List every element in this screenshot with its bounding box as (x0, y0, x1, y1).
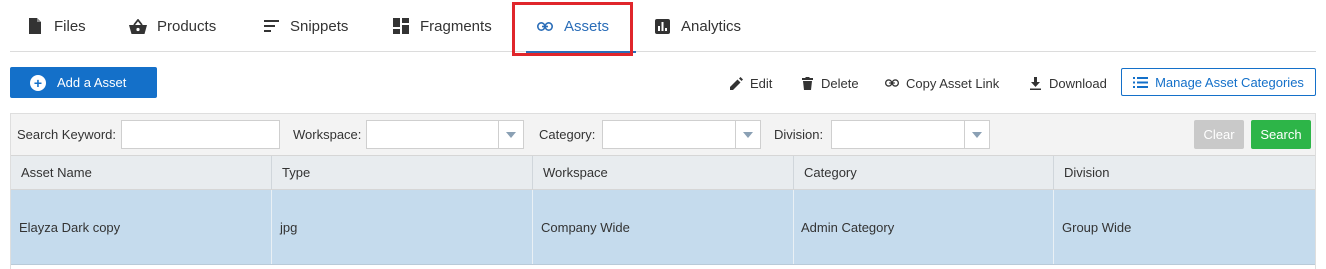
delete-button[interactable]: Delete (800, 70, 859, 96)
cell-division: Group Wide (1062, 219, 1132, 235)
cell-type: jpg (272, 190, 533, 264)
workspace-select[interactable] (366, 120, 524, 149)
manage-categories-label: Manage Asset Categories (1155, 74, 1304, 90)
list-icon (1133, 76, 1149, 88)
column-header-workspace[interactable]: Workspace (533, 156, 794, 189)
workspace-label: Workspace: (293, 127, 362, 142)
download-button[interactable]: Download (1028, 70, 1107, 96)
tab-analytics[interactable]: Analytics (653, 0, 741, 52)
snippets-icon (262, 17, 280, 35)
tab-bar: Files Products Snippets Fragments Assets… (10, 0, 1316, 53)
cell-category: Admin Category (794, 190, 1054, 264)
add-asset-label: Add a Asset (57, 75, 127, 90)
assets-table: Asset Name Type Workspace Category Divis… (10, 155, 1316, 269)
download-icon (1028, 76, 1042, 90)
division-select[interactable] (831, 120, 990, 149)
file-icon (26, 17, 44, 35)
filter-bar: Search Keyword: Workspace: Category: Div… (10, 113, 1316, 155)
edit-button[interactable]: Edit (729, 70, 772, 96)
fragments-icon (392, 17, 410, 35)
chevron-down-icon (735, 121, 760, 148)
chevron-down-icon (498, 121, 523, 148)
column-header-category[interactable]: Category (794, 156, 1054, 189)
tab-label: Snippets (290, 17, 349, 35)
search-keyword-input[interactable] (121, 120, 280, 149)
download-label: Download (1049, 75, 1107, 91)
edit-label: Edit (750, 75, 773, 91)
tab-assets[interactable]: Assets (526, 0, 636, 53)
active-tab-underline (526, 51, 636, 53)
copy-link-label: Copy Asset Link (906, 75, 1000, 91)
tab-products[interactable]: Products (129, 0, 216, 52)
pencil-icon (729, 76, 743, 90)
link-icon (536, 17, 554, 35)
tab-label: Analytics (681, 17, 742, 35)
search-button[interactable]: Search (1251, 120, 1311, 149)
chevron-down-icon (964, 121, 989, 148)
add-asset-button[interactable]: + Add a Asset (10, 67, 157, 98)
cell-asset-name: Elayza Dark copy (11, 190, 272, 264)
category-select[interactable] (602, 120, 761, 149)
manage-asset-categories-button[interactable]: Manage Asset Categories (1121, 68, 1316, 96)
table-header: Asset Name Type Workspace Category Divis… (11, 155, 1315, 190)
division-label: Division: (774, 127, 824, 142)
column-header-division[interactable]: Division (1054, 156, 1315, 189)
tab-label: Assets (564, 17, 610, 35)
table-row[interactable]: Elayza Dark copy jpg Company Wide Admin … (11, 190, 1315, 265)
analytics-icon (653, 17, 671, 35)
tab-label: Files (54, 17, 86, 35)
column-header-asset-name[interactable]: Asset Name (11, 156, 272, 189)
clear-button[interactable]: Clear (1194, 120, 1244, 149)
link-icon (885, 76, 899, 90)
tab-snippets[interactable]: Snippets (262, 0, 348, 52)
trash-icon (800, 76, 814, 90)
keyword-label: Search Keyword: (17, 127, 116, 142)
column-header-type[interactable]: Type (272, 156, 533, 189)
cell-workspace: Company Wide (533, 190, 794, 264)
tab-label: Products (157, 17, 217, 35)
category-label: Category: (539, 127, 596, 142)
plus-circle-icon: + (30, 74, 46, 91)
tab-files[interactable]: Files (26, 0, 86, 52)
basket-icon (129, 17, 147, 35)
tab-fragments[interactable]: Fragments (392, 0, 492, 52)
tab-label: Fragments (420, 17, 492, 35)
copy-asset-link-button[interactable]: Copy Asset Link (885, 70, 999, 96)
delete-label: Delete (821, 75, 859, 91)
